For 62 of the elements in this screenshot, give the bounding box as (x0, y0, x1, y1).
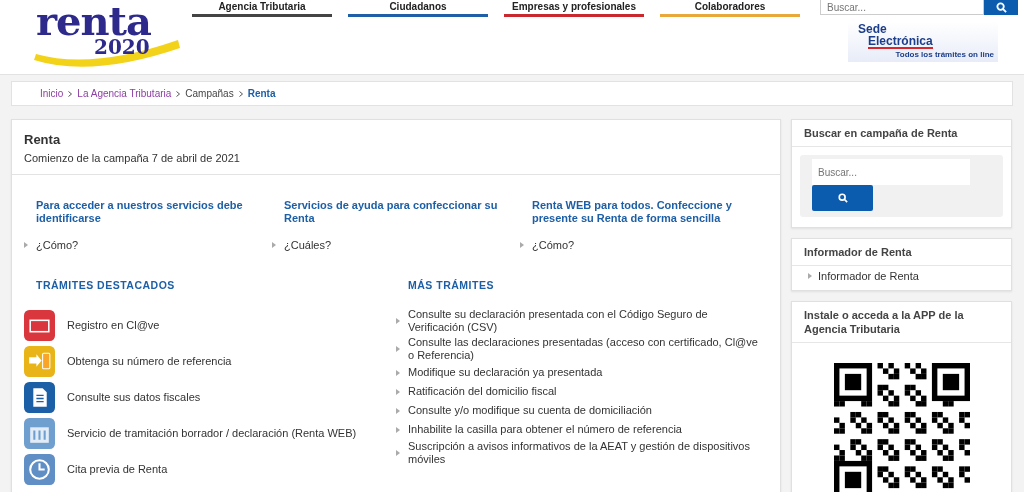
section-link[interactable]: ¿Cómo? (532, 239, 575, 251)
bullet-icon (272, 242, 276, 248)
section-link[interactable]: ¿Cómo? (36, 239, 79, 251)
bullet-icon (396, 369, 400, 376)
section-heading-link[interactable]: Para acceder a nuestros servicios debe identificarse (24, 199, 272, 239)
procedure-link[interactable]: Consulte y/o modifique su cuenta de domiciliación (408, 403, 652, 418)
sede-tagline: Todos los trámites on line (895, 50, 994, 59)
breadcrumb-link[interactable]: Renta (247, 88, 276, 99)
web-app-icon[interactable] (24, 417, 55, 449)
chevron-icon (68, 90, 73, 97)
sede-electronica-banner[interactable]: Sede Electrónica Todos los trámites on line (848, 22, 998, 62)
procedure-link[interactable]: Ratificación del domicilio fiscal (408, 384, 557, 399)
breadcrumb-link[interactable]: La Agencia Tributaria (77, 88, 172, 99)
bullet-icon (24, 242, 28, 248)
bullet-icon (808, 273, 812, 279)
featured-link[interactable]: Cita previa de Renta (67, 463, 168, 475)
pin-app-icon[interactable] (24, 309, 55, 341)
procedure-link[interactable]: Modifique su declaración ya presentada (408, 365, 603, 380)
bullet-icon (396, 407, 400, 414)
chevron-icon (176, 90, 181, 97)
search-field[interactable]: Buscar... (812, 159, 970, 185)
page-subtitle: Comienzo de la campaña 7 de abril de 2021 (24, 152, 241, 164)
search-button[interactable] (984, 0, 1018, 15)
sede-label: Sede (858, 23, 888, 35)
procedure-link[interactable]: Consulte las declaraciones presentadas (acceso con certificado, Cl@ve o Referencia) (408, 335, 766, 363)
search-button[interactable] (812, 185, 873, 211)
info-link[interactable]: Informador de Renta (818, 270, 919, 282)
featured-link[interactable]: Servicio de tramitación borrador / declaración (Renta WEB) (67, 427, 357, 439)
bullet-icon (396, 426, 400, 433)
featured-link[interactable]: Obtenga su número de referencia (67, 355, 232, 367)
search-icon (995, 2, 1007, 13)
sede-label: Electrónica (868, 35, 933, 49)
bullet-icon (396, 318, 400, 324)
nav-tab[interactable]: Colaboradores (660, 0, 800, 17)
section-heading: MÁS TRÁMITES (408, 279, 495, 291)
bullet-icon (520, 242, 524, 248)
section-link[interactable]: ¿Cuáles? (284, 239, 332, 251)
page-title: Renta (24, 132, 62, 147)
procedure-link[interactable]: Inhabilite la casilla para obtener el número de referencia (408, 422, 682, 437)
nav-tab[interactable]: Ciudadanos (348, 0, 488, 17)
bullet-icon (396, 450, 400, 456)
panel-title: Informador de Renta (792, 239, 1011, 266)
bullet-icon (396, 388, 400, 395)
search-field[interactable]: Buscar... (820, 0, 984, 15)
section-heading-link[interactable]: Servicios de ayuda para confeccionar su Renta (272, 199, 520, 239)
search-icon (837, 193, 848, 203)
featured-link[interactable]: Registro en Cl@ve (67, 319, 160, 331)
procedure-link[interactable]: Suscripción a avisos informativos de la AEAT y gestión de dispositivos móviles (408, 439, 766, 467)
clock-app-icon[interactable] (24, 453, 55, 485)
featured-link[interactable]: Consulte sus datos fiscales (67, 391, 201, 403)
panel-title: Buscar en campaña de Renta (792, 120, 1011, 147)
procedure-link[interactable]: Consulte su declaración presentada con el Código Seguro de Verificación (CSV) (408, 307, 766, 335)
document-app-icon[interactable] (24, 381, 55, 413)
bullet-icon (396, 346, 400, 352)
section-heading-link[interactable]: Renta WEB para todos. Confeccione y presente su Renta de forma sencilla (520, 199, 768, 239)
panel-title: Instale o acceda a la APP de la Agencia Tributaria (792, 302, 1011, 343)
nav-tab[interactable]: Empresas y profesionales (504, 0, 644, 17)
breadcrumb-link[interactable]: Inicio (40, 88, 64, 99)
breadcrumb-link[interactable]: Campañas (185, 88, 234, 99)
chevron-icon (238, 90, 243, 97)
nav-tab[interactable]: Agencia Tributaria (192, 0, 332, 17)
section-heading: TRÁMITES DESTACADOS (36, 279, 176, 291)
